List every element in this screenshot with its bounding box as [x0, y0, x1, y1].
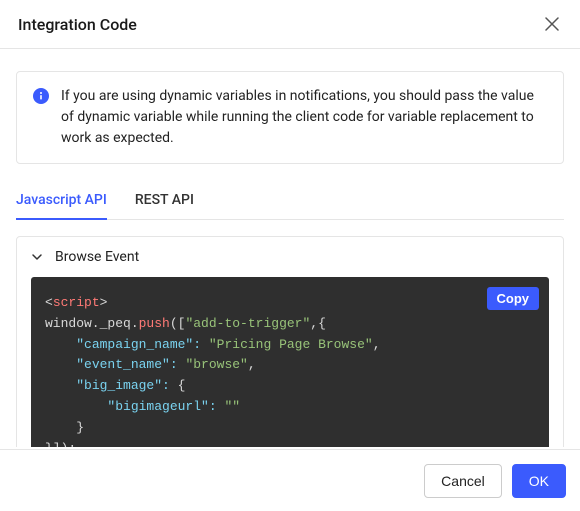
accordion-title: Browse Event — [55, 249, 139, 265]
tab-rest-api[interactable]: REST API — [135, 182, 194, 220]
info-text: If you are using dynamic variables in no… — [61, 86, 547, 149]
close-icon[interactable] — [542, 14, 562, 34]
chevron-down-icon — [31, 251, 43, 263]
dialog-header: Integration Code — [0, 0, 580, 49]
accordion-browse-event: Browse Event Copy<script> window._peq.pu… — [16, 236, 564, 447]
dialog-content: If you are using dynamic variables in no… — [0, 49, 580, 447]
tab-javascript-api[interactable]: Javascript API — [16, 182, 107, 220]
dialog-title: Integration Code — [18, 15, 137, 34]
accordion-header[interactable]: Browse Event — [17, 237, 563, 277]
dialog-footer: Cancel OK — [0, 449, 580, 511]
code-block: Copy<script> window._peq.push(["add-to-t… — [31, 277, 549, 447]
info-icon — [33, 88, 49, 104]
info-banner: If you are using dynamic variables in no… — [16, 71, 564, 164]
copy-button[interactable]: Copy — [487, 287, 540, 310]
tabs: Javascript API REST API — [16, 182, 564, 220]
cancel-button[interactable]: Cancel — [424, 464, 502, 498]
ok-button[interactable]: OK — [512, 464, 566, 498]
